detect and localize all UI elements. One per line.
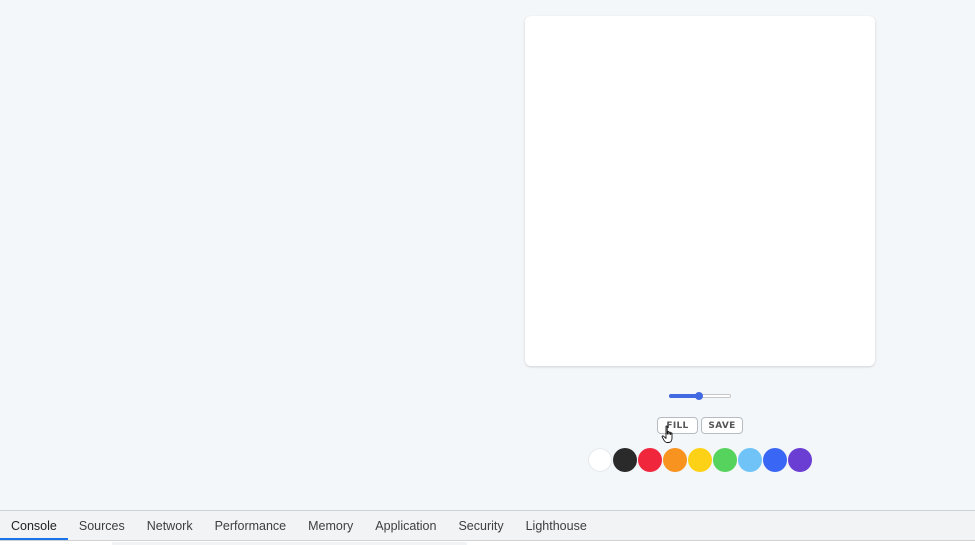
drawing-canvas[interactable] [525,16,875,366]
slider-thumb[interactable] [694,392,703,400]
tab-lighthouse[interactable]: Lighthouse [515,511,598,540]
tab-memory[interactable]: Memory [297,511,364,540]
color-swatch-9[interactable] [788,448,812,472]
tab-console[interactable]: Console [0,511,68,540]
fill-button[interactable]: FILL [657,417,698,434]
devtools-panel: Console Sources Network Performance Memory Ap… [0,510,975,545]
color-swatch-4[interactable] [663,448,687,472]
drawing-app: FILL SAVE Console Sources Network Performan… [0,0,975,545]
brush-size-slider[interactable] [669,392,731,400]
color-swatch-5[interactable] [688,448,712,472]
devtools-tab-bar: Console Sources Network Performance Memory Ap… [0,511,975,540]
color-swatch-3[interactable] [638,448,662,472]
color-swatch-2[interactable] [613,448,637,472]
tab-sources[interactable]: Sources [68,511,136,540]
color-palette [588,448,812,472]
color-swatch-8[interactable] [763,448,787,472]
color-swatch-1[interactable] [588,448,612,472]
color-swatch-7[interactable] [738,448,762,472]
tab-network[interactable]: Network [136,511,204,540]
tab-security[interactable]: Security [447,511,514,540]
tab-performance[interactable]: Performance [204,511,298,540]
color-swatch-6[interactable] [713,448,737,472]
tab-application[interactable]: Application [364,511,447,540]
save-button[interactable]: SAVE [701,417,743,434]
